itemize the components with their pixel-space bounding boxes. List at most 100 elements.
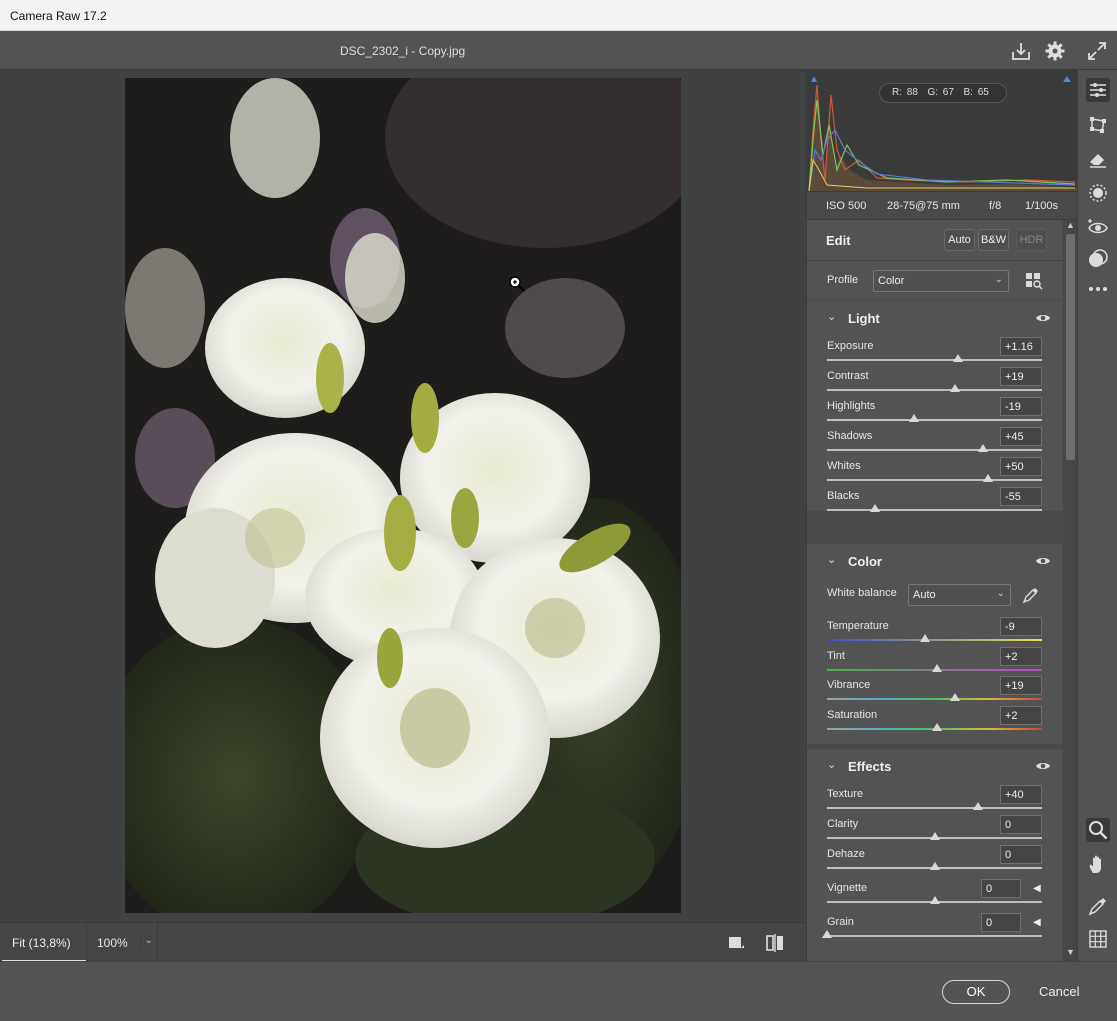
slider-track[interactable] (827, 509, 1042, 511)
slider-dehaze[interactable]: Dehaze 0 (807, 845, 1063, 875)
masking-icon[interactable] (1086, 247, 1110, 271)
slider-thumb[interactable] (983, 474, 994, 482)
slider-thumb[interactable] (822, 930, 832, 938)
chevron-down-icon[interactable]: ⌄ (827, 553, 836, 566)
eye-icon[interactable] (1035, 312, 1051, 324)
slider-whites[interactable]: Whites +50 (807, 457, 1063, 487)
slider-temperature[interactable]: Temperature -9 (807, 617, 1063, 647)
more-icon[interactable] (1086, 277, 1110, 301)
photo-preview[interactable] (125, 78, 681, 913)
slider-value-input[interactable]: +19 (1000, 676, 1042, 695)
expand-arrow-icon[interactable]: ◀ (1033, 883, 1041, 894)
slider-value-input[interactable]: -19 (1000, 397, 1042, 416)
slider-thumb[interactable] (929, 832, 940, 840)
slider-value-input[interactable]: 0 (981, 913, 1021, 932)
slider-shadows[interactable]: Shadows +45 (807, 427, 1063, 457)
slider-highlights[interactable]: Highlights -19 (807, 397, 1063, 427)
slider-track[interactable] (827, 389, 1042, 391)
panel-scrollbar[interactable]: ▲ ▼ (1063, 220, 1078, 961)
hdr-button[interactable]: HDR (1016, 229, 1047, 251)
eyedropper-icon[interactable] (1021, 585, 1041, 605)
eye-icon[interactable] (1035, 555, 1051, 567)
slider-value-input[interactable]: +2 (1000, 647, 1042, 666)
slider-vibrance[interactable]: Vibrance +19 (807, 676, 1063, 706)
before-after-icon[interactable] (765, 933, 785, 953)
background-view-icon[interactable] (727, 934, 745, 952)
slider-track[interactable] (827, 479, 1042, 481)
zoom-select[interactable]: 100% ⌄ (86, 923, 158, 962)
zoom-tool-icon[interactable] (1086, 818, 1110, 842)
ok-button[interactable]: OK (942, 980, 1010, 1004)
slider-track[interactable] (827, 807, 1042, 809)
slider-value-input[interactable]: +19 (1000, 367, 1042, 386)
edit-sliders-icon[interactable] (1086, 78, 1110, 102)
slider-value-input[interactable]: +50 (1000, 457, 1042, 476)
slider-value-input[interactable]: +45 (1000, 427, 1042, 446)
slider-thumb[interactable] (972, 802, 983, 810)
slider-thumb[interactable] (953, 354, 964, 362)
slider-value-input[interactable]: +40 (1000, 785, 1042, 804)
chevron-down-icon[interactable]: ⌄ (139, 935, 153, 950)
slider-thumb[interactable] (931, 664, 942, 672)
grid-icon[interactable] (1086, 927, 1110, 951)
slider-track[interactable] (827, 639, 1042, 641)
slider-value-input[interactable]: +1.16 (1000, 337, 1042, 356)
eye-icon[interactable] (1035, 760, 1051, 772)
slider-track[interactable] (827, 698, 1042, 700)
slider-thumb[interactable] (919, 634, 930, 642)
slider-contrast[interactable]: Contrast +19 (807, 367, 1063, 397)
slider-saturation[interactable]: Saturation +2 (807, 706, 1063, 736)
save-icon[interactable] (1010, 40, 1032, 62)
profile-dropdown[interactable]: Color ⌄ (873, 270, 1009, 292)
slider-value-input[interactable]: -9 (1000, 617, 1042, 636)
color-header[interactable]: ⌄ Color (807, 544, 1063, 578)
cancel-button[interactable]: Cancel (1039, 984, 1079, 999)
image-canvas[interactable] (0, 70, 806, 922)
redeye-icon[interactable] (1086, 181, 1110, 205)
slider-value-input[interactable]: -55 (1000, 487, 1042, 506)
gear-icon[interactable] (1044, 40, 1066, 62)
slider-tint[interactable]: Tint +2 (807, 647, 1063, 677)
slider-texture[interactable]: Texture +40 (807, 785, 1063, 815)
scroll-up-icon[interactable]: ▲ (1066, 220, 1075, 230)
slider-thumb[interactable] (949, 693, 960, 701)
chevron-down-icon[interactable]: ⌄ (827, 310, 836, 323)
auto-button[interactable]: Auto (944, 229, 975, 251)
slider-clarity[interactable]: Clarity 0 (807, 815, 1063, 845)
profile-browser-icon[interactable] (1025, 272, 1043, 290)
effects-header[interactable]: ⌄ Effects (807, 749, 1063, 783)
slider-track[interactable] (827, 359, 1042, 361)
slider-grain[interactable]: Grain 0 ◀ (807, 913, 1063, 943)
slider-track[interactable] (827, 935, 1042, 937)
slider-thumb[interactable] (931, 723, 942, 731)
scroll-down-icon[interactable]: ▼ (1066, 947, 1075, 957)
scrollbar-thumb[interactable] (1066, 234, 1075, 460)
expand-arrow-icon[interactable]: ◀ (1033, 917, 1041, 928)
hand-tool-icon[interactable] (1086, 853, 1110, 877)
slider-track[interactable] (827, 419, 1042, 421)
color-sampler-icon[interactable] (1086, 894, 1110, 918)
light-header[interactable]: ⌄ Light (807, 301, 1063, 335)
slider-blacks[interactable]: Blacks -55 (807, 487, 1063, 517)
slider-value-input[interactable]: 0 (981, 879, 1021, 898)
slider-value-input[interactable]: +2 (1000, 706, 1042, 725)
eraser-icon[interactable] (1086, 147, 1110, 171)
crop-icon[interactable] (1086, 113, 1110, 137)
slider-track[interactable] (827, 449, 1042, 451)
slider-thumb[interactable] (909, 414, 920, 422)
slider-thumb[interactable] (929, 862, 940, 870)
slider-thumb[interactable] (870, 504, 881, 512)
slider-thumb[interactable] (949, 384, 960, 392)
chevron-down-icon[interactable]: ⌄ (827, 758, 836, 771)
slider-thumb[interactable] (977, 444, 988, 452)
bw-button[interactable]: B&W (978, 229, 1009, 251)
slider-exposure[interactable]: Exposure +1.16 (807, 337, 1063, 367)
fit-zoom-button[interactable]: Fit (13,8%) (2, 923, 86, 962)
slider-value-input[interactable]: 0 (1000, 845, 1042, 864)
white-balance-dropdown[interactable]: Auto ⌄ (908, 584, 1011, 606)
slider-thumb[interactable] (929, 896, 940, 904)
fullscreen-icon[interactable] (1086, 40, 1108, 62)
slider-value-input[interactable]: 0 (1000, 815, 1042, 834)
red-eye-correction-icon[interactable] (1086, 216, 1110, 240)
slider-vignette[interactable]: Vignette 0 ◀ (807, 879, 1063, 909)
